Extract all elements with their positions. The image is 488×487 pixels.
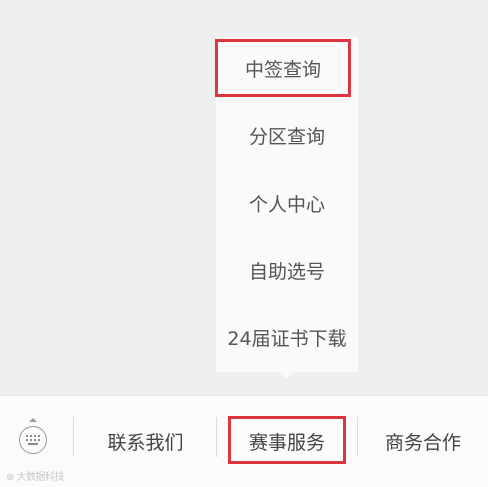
menu-item-zone-query[interactable]: 分区查询: [216, 107, 358, 163]
tab-business-cooperation[interactable]: 商务合作: [358, 396, 488, 487]
menu-item-lottery-result[interactable]: 中签查询: [215, 39, 351, 97]
menu-item-label: 中签查询: [244, 58, 321, 81]
menu-item-self-number-select[interactable]: 自助选号: [216, 242, 358, 298]
keyboard-icon: [19, 426, 47, 454]
menu-item-label: 个人中心: [248, 193, 325, 216]
watermark: ⊕ 大数据科技: [6, 472, 65, 483]
tab-contact-us[interactable]: 联系我们: [74, 396, 217, 487]
popup-pointer-arrow: [279, 372, 293, 379]
divider: [216, 417, 217, 457]
chevron-up-icon: [29, 418, 37, 422]
menu-item-certificate-download[interactable]: 24届证书下载: [216, 309, 358, 365]
menu-item-label: 自助选号: [248, 260, 325, 283]
tab-label: 赛事服务: [248, 432, 325, 454]
tab-label: 联系我们: [107, 432, 184, 454]
menu-item-label: 分区查询: [248, 125, 325, 148]
bottom-navigation-bar: 联系我们 赛事服务 商务合作: [0, 395, 488, 487]
tab-event-services[interactable]: 赛事服务: [228, 396, 346, 487]
tab-label: 商务合作: [384, 432, 461, 454]
menu-item-label: 24届证书下载: [227, 327, 347, 350]
service-popup-menu: 中签查询 分区查询 个人中心 自助选号 24届证书下载: [215, 37, 358, 372]
menu-item-personal-center[interactable]: 个人中心: [216, 175, 358, 231]
